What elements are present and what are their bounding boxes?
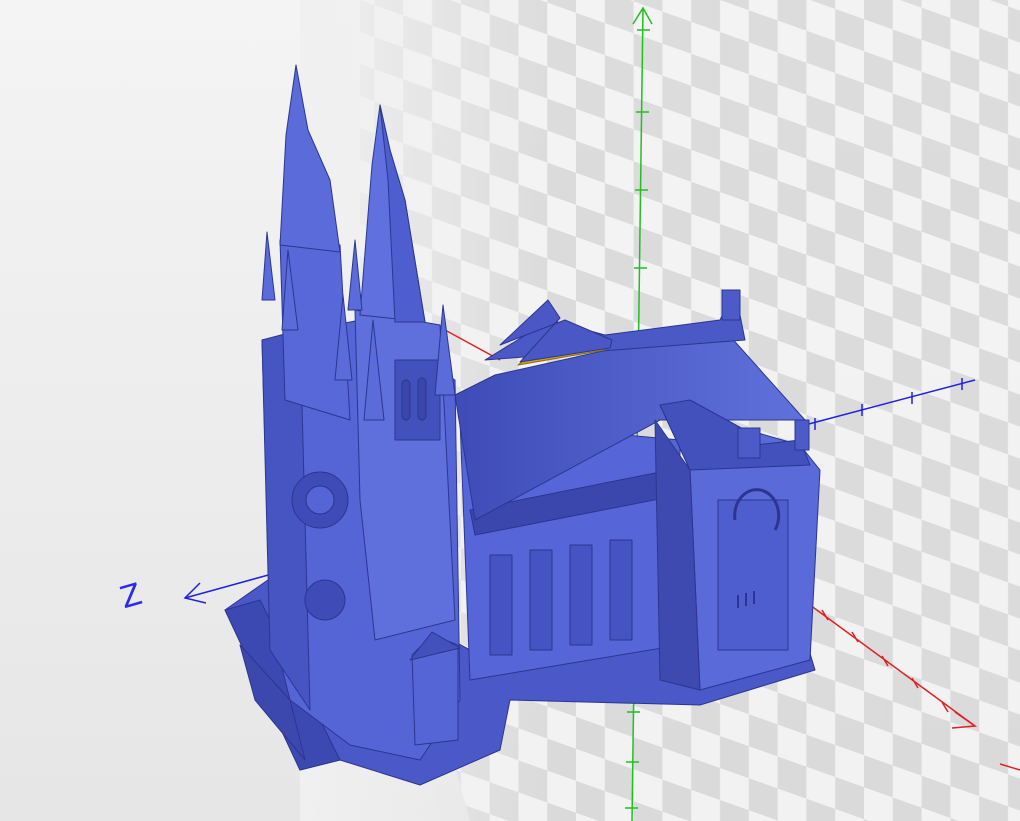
rear-pinnacle [721,289,741,321]
transept-pinnacle [737,427,761,459]
rose-window-inner [305,485,335,515]
z-axis-label: Z [117,577,146,616]
pinnacle [261,231,276,301]
3d-viewport[interactable]: Z [0,0,1020,821]
transept-corner [794,419,810,451]
lower-rose [304,579,346,621]
scene-canvas[interactable]: Z [0,0,1020,821]
